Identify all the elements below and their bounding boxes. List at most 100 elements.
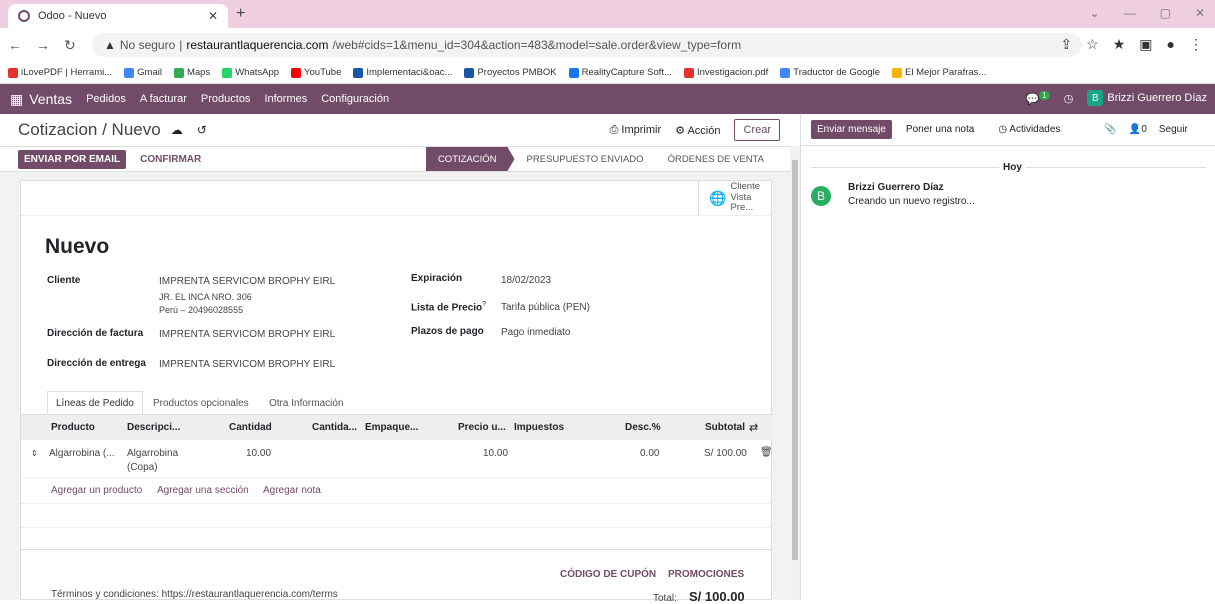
row-discount[interactable]: 0.00 <box>640 448 659 459</box>
print-button[interactable]: ⎙ Imprimir <box>610 124 662 137</box>
action-button[interactable]: ⚙ Acción <box>675 124 720 137</box>
new-tab-icon[interactable]: + <box>236 5 245 23</box>
messages-icon[interactable]: 💬 1 <box>1026 90 1050 105</box>
message-count-badge: 1 <box>1039 90 1050 100</box>
tab-order-lines[interactable]: Líneas de Pedido <box>47 391 143 415</box>
col-descripcion[interactable]: Descripci... <box>127 422 180 433</box>
bookmark-star-icon[interactable]: ☆ <box>1086 36 1099 53</box>
forward-icon[interactable]: → <box>36 37 50 53</box>
add-note-link[interactable]: Agregar nota <box>263 485 321 496</box>
close-window-icon[interactable]: ✕ <box>1195 6 1205 20</box>
save-cloud-icon[interactable]: ☁ <box>171 123 183 137</box>
col-descuento[interactable]: Desc.% <box>625 422 661 433</box>
follow-button[interactable]: Seguir <box>1159 124 1188 135</box>
col-producto[interactable]: Producto <box>51 422 95 433</box>
bookmark-item[interactable]: Implementaci&oac... <box>353 67 452 78</box>
tab-search-icon[interactable]: ⌄ <box>1090 6 1100 20</box>
send-email-button[interactable]: ENVIAR POR EMAIL <box>18 149 127 169</box>
drag-handle-icon[interactable]: ⇕ <box>31 449 38 458</box>
help-tooltip-icon[interactable]: ? <box>482 301 486 308</box>
invoice-address-field[interactable]: IMPRENTA SERVICOM BROPHY EIRL <box>159 329 335 340</box>
sidepanel-icon[interactable]: ▣ <box>1139 36 1152 53</box>
col-cantidad-entregada[interactable]: Cantida... <box>312 422 357 433</box>
bookmark-item[interactable]: RealityCapture Soft... <box>568 67 672 78</box>
bookmark-favicon-icon <box>173 67 184 78</box>
maximize-icon[interactable]: ▢ <box>1160 6 1171 20</box>
log-note-button[interactable]: Poner una nota <box>896 120 984 139</box>
close-tab-icon[interactable]: ✕ <box>208 9 218 23</box>
expiration-field[interactable]: 18/02/2023 <box>501 275 551 286</box>
activities-button[interactable]: ◷ Actividades <box>988 120 1070 139</box>
bookmark-item[interactable]: Proyectos PMBOK <box>464 67 557 78</box>
profile-icon[interactable]: ● <box>1167 36 1175 53</box>
delivery-address-field[interactable]: IMPRENTA SERVICOM BROPHY EIRL <box>159 359 335 370</box>
table-row[interactable]: ⇕ Algarrobina (... Algarrobina (Copa) 10… <box>21 440 773 478</box>
row-product[interactable]: Algarrobina (... <box>49 448 115 459</box>
minimize-icon[interactable]: — <box>1124 6 1136 20</box>
reload-icon[interactable]: ↻ <box>64 37 76 54</box>
bookmark-item[interactable]: El Mejor Parafras... <box>892 67 986 78</box>
row-quantity[interactable]: 10.00 <box>246 448 271 459</box>
pricelist-field[interactable]: Tarifa pública (PEN) <box>501 302 590 313</box>
stage-ordenes-venta[interactable]: ÓRDENES DE VENTA <box>656 147 776 171</box>
bookmark-item[interactable]: Gmail <box>124 67 162 78</box>
row-unit-price[interactable]: 10.00 <box>483 448 508 459</box>
col-precio-unitario[interactable]: Precio u... <box>458 422 506 433</box>
coupon-code-button[interactable]: CÓDIGO DE CUPÓN <box>560 569 656 580</box>
bookmark-item[interactable]: iLovePDF | Herrami... <box>8 67 112 78</box>
followers-button[interactable]: 👤0 <box>1129 124 1147 135</box>
customer-field[interactable]: IMPRENTA SERVICOM BROPHY EIRL <box>159 276 335 287</box>
discard-icon[interactable]: ↺ <box>197 123 207 137</box>
stage-cotizacion[interactable]: COTIZACIÓN <box>425 147 515 171</box>
delete-row-icon[interactable]: 🗑 <box>760 447 773 458</box>
back-icon[interactable]: ← <box>8 37 22 53</box>
menu-pedidos[interactable]: Pedidos <box>86 93 126 105</box>
menu-icon[interactable]: ⋮ <box>1189 36 1203 53</box>
browser-tab[interactable]: Odoo - Nuevo ✕ <box>8 4 228 28</box>
stage-presupuesto-enviado[interactable]: PRESUPUESTO ENVIADO <box>515 147 656 171</box>
bookmark-item[interactable]: Investigacion.pdf <box>683 67 768 78</box>
add-section-link[interactable]: Agregar una sección <box>157 485 249 496</box>
share-icon[interactable]: ⇪ <box>1060 36 1072 53</box>
bookmark-item[interactable]: Traductor de Google <box>780 67 880 78</box>
menu-a-facturar[interactable]: A facturar <box>140 93 187 105</box>
col-impuestos[interactable]: Impuestos <box>514 422 564 433</box>
activity-clock-icon[interactable]: ◷ <box>1064 92 1074 105</box>
col-subtotal[interactable]: Subtotal <box>705 422 745 433</box>
menu-configuracion[interactable]: Configuración <box>321 93 389 105</box>
confirm-button[interactable]: CONFIRMAR <box>134 150 207 169</box>
payment-terms-field[interactable]: Pago inmediato <box>501 327 571 338</box>
attachment-icon[interactable]: 📎 <box>1104 124 1116 135</box>
add-product-link[interactable]: Agregar un producto <box>51 485 142 496</box>
address-bar[interactable]: ▲ No seguro | restaurantlaquerencia.com /… <box>92 33 1082 57</box>
user-menu[interactable]: B Brizzi Guerrero Díaz <box>1087 90 1207 106</box>
label-payment-terms: Plazos de pago <box>411 326 484 337</box>
tab-optional-products[interactable]: Productos opcionales <box>153 398 249 409</box>
column-settings-icon[interactable]: ⇄ <box>749 421 758 434</box>
promotions-button[interactable]: PROMOCIONES <box>668 569 744 580</box>
bookmark-item[interactable]: YouTube <box>291 67 341 78</box>
status-bar: ENVIAR POR EMAIL CONFIRMAR COTIZACIÓN PR… <box>0 146 790 172</box>
menu-productos[interactable]: Productos <box>201 93 251 105</box>
breadcrumb[interactable]: Cotizacion / Nuevo <box>18 120 161 140</box>
create-button[interactable]: Crear <box>734 119 780 141</box>
app-title[interactable]: ▦ Ventas <box>10 91 72 108</box>
menu-informes[interactable]: Informes <box>264 93 307 105</box>
terms-and-conditions[interactable]: Términos y condiciones: https://restaura… <box>51 589 338 600</box>
customer-preview-button[interactable]: 🌐 Cliente Vista Pre... <box>698 181 773 215</box>
col-cantidad[interactable]: Cantidad <box>229 422 272 433</box>
bookmark-item[interactable]: WhatsApp <box>222 67 279 78</box>
send-message-button[interactable]: Enviar mensaje <box>811 120 892 139</box>
apps-grid-icon[interactable]: ▦ <box>10 91 23 108</box>
bookmark-favicon-icon <box>291 67 302 78</box>
odoo-favicon-icon <box>18 10 30 22</box>
tab-other-info[interactable]: Otra Información <box>269 398 343 409</box>
bookmark-favicon-icon <box>222 67 233 78</box>
extensions-icon[interactable]: ★ <box>1113 36 1126 53</box>
form-scrollbar[interactable] <box>790 146 800 600</box>
browser-tab-bar: Odoo - Nuevo ✕ + ⌄ — ▢ ✕ <box>0 0 1215 28</box>
bookmark-item[interactable]: Maps <box>173 67 210 78</box>
row-description-1[interactable]: Algarrobina <box>127 448 178 459</box>
customer-address-line1: JR. EL INCA NRO. 306 <box>159 292 252 302</box>
col-empaquetado[interactable]: Empaque... <box>365 422 418 433</box>
